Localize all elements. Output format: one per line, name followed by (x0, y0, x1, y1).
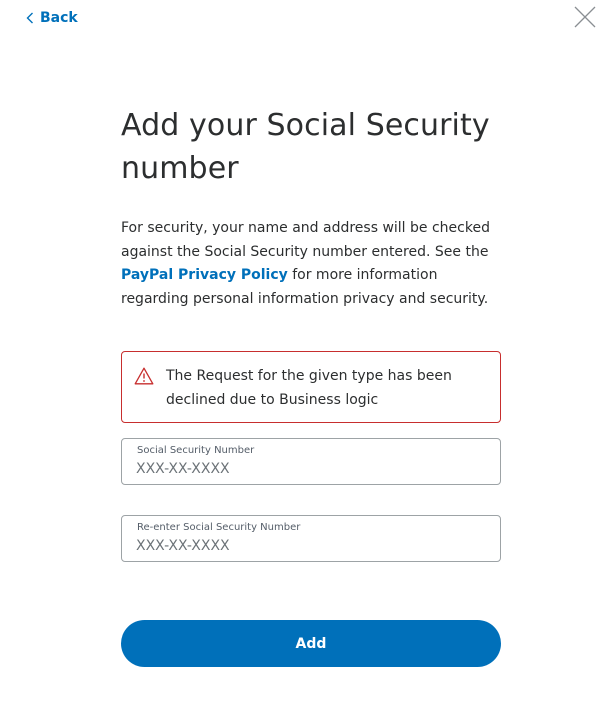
close-button[interactable] (573, 5, 597, 29)
back-label: Back (40, 10, 78, 26)
ssn-confirm-field[interactable]: Re-enter Social Security Number (121, 515, 501, 562)
error-alert: The Request for the given type has been … (121, 351, 501, 423)
add-button[interactable]: Add (121, 620, 501, 667)
chevron-left-icon (26, 10, 36, 26)
page-title: Add your Social Security number (121, 108, 490, 186)
description: For security, your name and address will… (121, 217, 501, 311)
ssn-label: Social Security Number (137, 445, 255, 456)
ssn-input[interactable] (136, 459, 486, 479)
back-link[interactable]: Back (26, 10, 78, 26)
ssn-confirm-input[interactable] (136, 536, 486, 556)
warning-icon (134, 367, 154, 385)
close-icon (574, 6, 596, 28)
description-text-1: For security, your name and address will… (121, 220, 490, 260)
privacy-policy-link[interactable]: PayPal Privacy Policy (121, 267, 288, 283)
add-ssn-page: Back Add your Social Security number For… (0, 0, 615, 709)
alert-message: The Request for the given type has been … (166, 368, 452, 408)
ssn-field[interactable]: Social Security Number (121, 438, 501, 485)
ssn-confirm-label: Re-enter Social Security Number (137, 522, 301, 533)
